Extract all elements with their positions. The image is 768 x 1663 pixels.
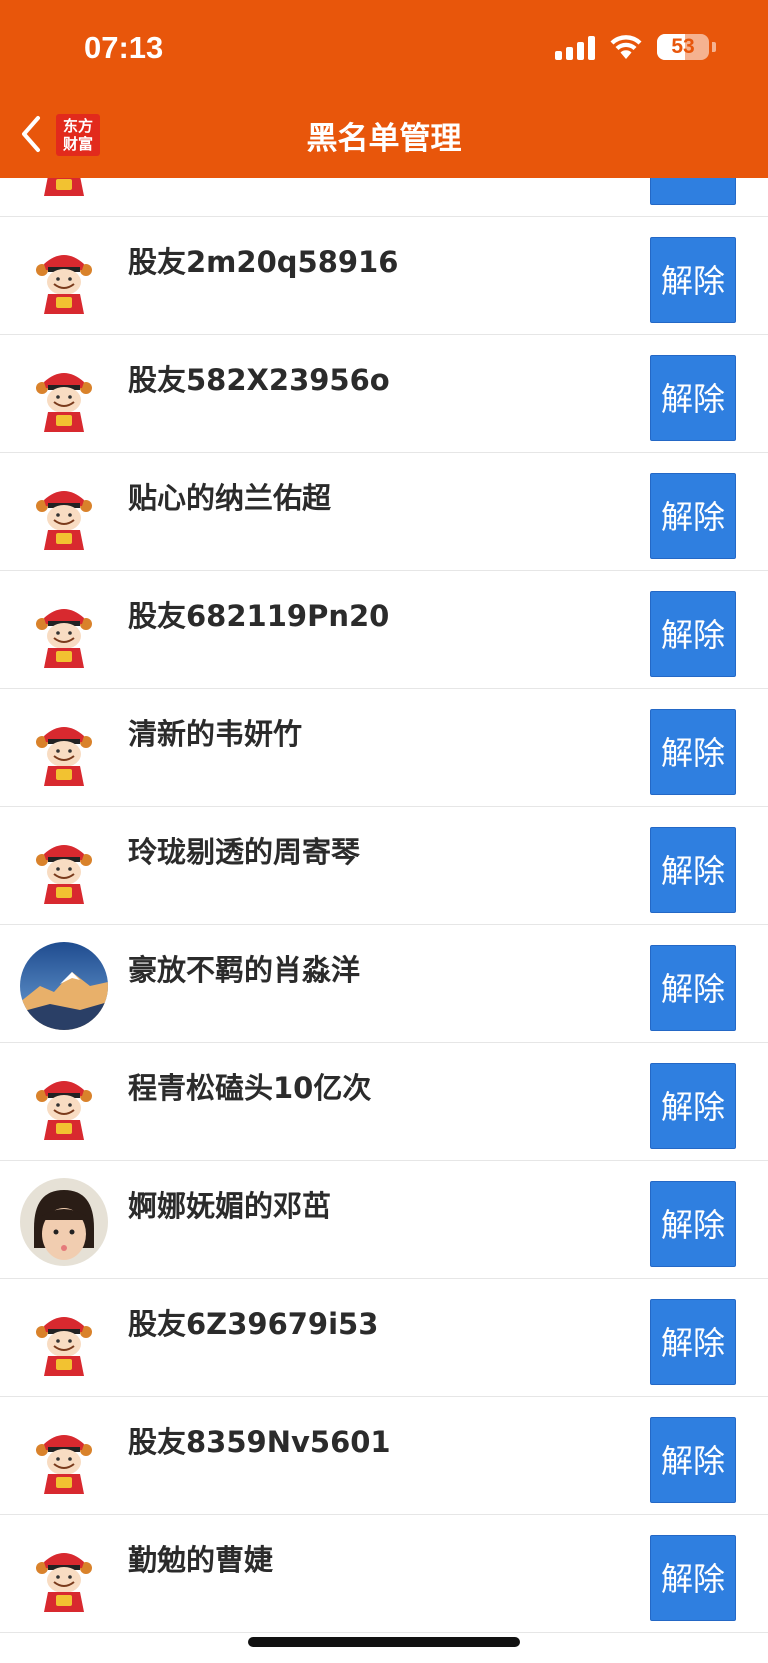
list-item: 股友2m20q58916 解除 [0,217,768,335]
avatar [20,234,108,322]
god-of-wealth-avatar-icon [20,1296,108,1384]
avatar [20,706,108,794]
mountain-photo-avatar [20,942,108,1030]
list-item: 股友582X23956o 解除 [0,335,768,453]
blacklist: 解除 股友2m20q58916 解除 股友582X23956o 解除 贴心的纳兰… [0,112,768,1633]
navigation-header: 07:13 53 东方 财富 黑名单管理 [0,0,768,178]
child-photo-avatar [20,1178,108,1266]
god-of-wealth-avatar-icon [20,1060,108,1148]
avatar [20,1296,108,1384]
unblock-button[interactable]: 解除 [650,709,736,795]
unblock-button[interactable]: 解除 [650,1535,736,1621]
user-name: 清新的韦妍竹 [128,717,303,751]
unblock-button[interactable]: 解除 [650,355,736,441]
wifi-icon [610,35,642,59]
home-indicator [248,1637,520,1647]
status-time: 07:13 [84,30,164,65]
unblock-button[interactable]: 解除 [650,473,736,559]
unblock-button[interactable]: 解除 [650,1417,736,1503]
battery-icon: 53 [657,34,709,60]
avatar [20,1178,108,1266]
user-name: 股友8359Nv5601 [128,1425,391,1459]
list-item: 股友682119Pn20 解除 [0,571,768,689]
user-name: 豪放不羁的肖淼洋 [128,953,361,987]
user-name: 贴心的纳兰佑超 [128,481,332,515]
avatar [20,1532,108,1620]
god-of-wealth-avatar-icon [20,352,108,440]
unblock-button[interactable]: 解除 [650,1063,736,1149]
page-title: 黑名单管理 [306,121,462,157]
unblock-button[interactable]: 解除 [650,945,736,1031]
unblock-button[interactable]: 解除 [650,1299,736,1385]
unblock-button[interactable]: 解除 [650,1181,736,1267]
unblock-button[interactable]: 解除 [650,827,736,913]
god-of-wealth-avatar-icon [20,1414,108,1502]
unblock-button[interactable]: 解除 [650,591,736,677]
list-item: 程青松磕头10亿次 解除 [0,1043,768,1161]
user-name: 勤勉的曹婕 [128,1543,274,1577]
user-name: 婀娜妩媚的邓茁 [128,1189,332,1223]
avatar [20,824,108,912]
god-of-wealth-avatar-icon [20,1532,108,1620]
status-icons: 53 [555,34,716,60]
user-name: 股友2m20q58916 [128,245,399,279]
list-item: 股友8359Nv5601 解除 [0,1397,768,1515]
user-name: 股友6Z39679i53 [128,1307,379,1341]
list-item: 清新的韦妍竹 解除 [0,689,768,807]
user-name: 股友682119Pn20 [128,599,390,633]
avatar [20,942,108,1030]
list-item: 婀娜妩媚的邓茁 解除 [0,1161,768,1279]
list-item: 勤勉的曹婕 解除 [0,1515,768,1633]
battery-percent: 53 [671,35,695,58]
god-of-wealth-avatar-icon [20,706,108,794]
list-item: 玲珑剔透的周寄琴 解除 [0,807,768,925]
list-item: 股友6Z39679i53 解除 [0,1279,768,1397]
god-of-wealth-avatar-icon [20,824,108,912]
list-item: 豪放不羁的肖淼洋 解除 [0,925,768,1043]
avatar [20,352,108,440]
user-name: 股友582X23956o [128,363,390,397]
god-of-wealth-avatar-icon [20,470,108,558]
cellular-signal-icon [555,34,595,60]
avatar [20,1414,108,1502]
user-name: 程青松磕头10亿次 [128,1071,372,1105]
god-of-wealth-avatar-icon [20,234,108,322]
user-name: 玲珑剔透的周寄琴 [128,835,361,869]
list-item: 贴心的纳兰佑超 解除 [0,453,768,571]
god-of-wealth-avatar-icon [20,588,108,676]
battery-tip [712,42,716,52]
avatar [20,1060,108,1148]
avatar [20,470,108,558]
unblock-button[interactable]: 解除 [650,237,736,323]
avatar [20,588,108,676]
